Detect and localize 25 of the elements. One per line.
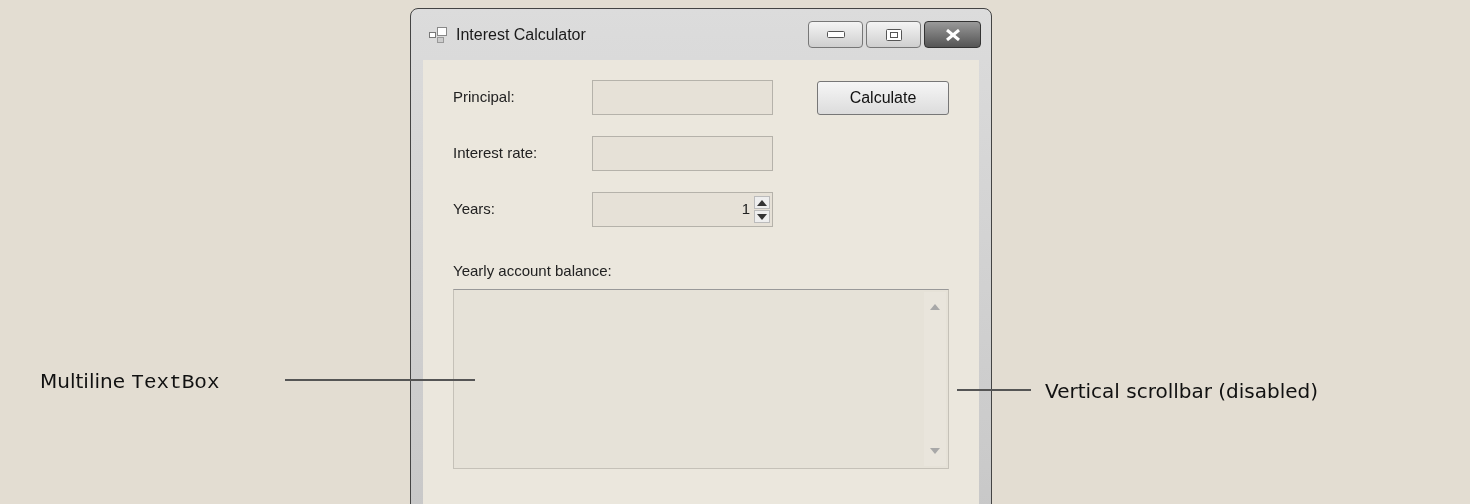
field-label: Years: [453,199,496,220]
text-field[interactable] [592,136,773,171]
up-arrow-icon [930,303,940,310]
down-arrow-icon [757,213,767,220]
up-arrow-icon [757,199,767,206]
callout-text: Vertical scrollbar (disabled) [1045,378,1319,405]
field-label: Interest rate: [453,143,539,164]
text-field[interactable] [592,80,773,115]
window-title: Interest Calculator [456,24,586,45]
maximize-icon [885,28,902,41]
field-label: Principal: [453,87,516,108]
calculate-button[interactable]: Calculate [817,80,949,115]
years-value: 1 [741,199,750,220]
window-icon [429,26,447,43]
years-spinner[interactable]: 1 [592,192,773,227]
minimize-button[interactable] [808,21,863,48]
minimize-icon [826,31,845,38]
close-icon [944,28,961,41]
down-arrow-icon [930,447,940,454]
callout-text: Multiline TextBox [40,368,220,396]
spin-down-button[interactable] [754,210,770,223]
spin-up-button[interactable] [754,196,770,209]
close-button[interactable] [924,21,981,48]
balance-label: Yearly account balance: [453,261,613,281]
maximize-button[interactable] [866,21,921,48]
